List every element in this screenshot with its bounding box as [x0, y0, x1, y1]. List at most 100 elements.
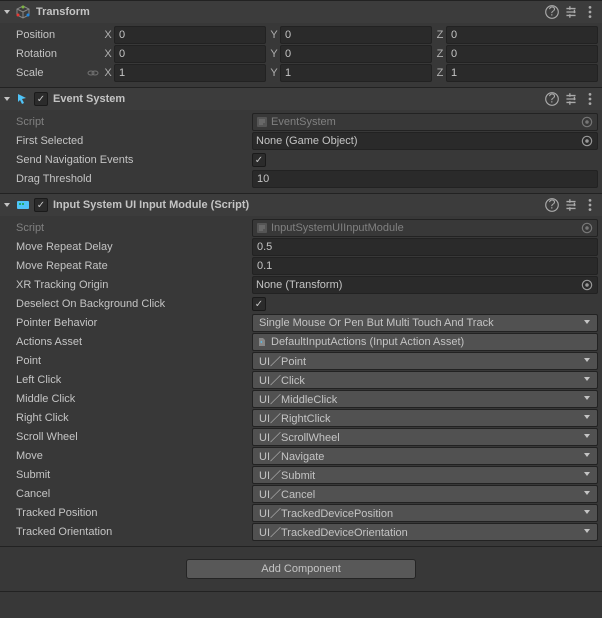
chevron-down-icon: [583, 469, 591, 481]
axis-y-label: Y: [268, 29, 280, 41]
foldout-icon[interactable]: [2, 94, 12, 104]
position-y-input[interactable]: [280, 26, 432, 44]
event-system-title: Event System: [51, 93, 541, 105]
presets-icon[interactable]: [563, 197, 579, 213]
move-repeat-delay-label: Move Repeat Delay: [4, 241, 252, 253]
send-nav-label: Send Navigation Events: [4, 154, 252, 166]
presets-icon[interactable]: [563, 91, 579, 107]
deselect-checkbox[interactable]: [252, 297, 266, 311]
tracked-ori-dropdown[interactable]: UI／TrackedDeviceOrientation: [252, 523, 598, 541]
submit-dropdown[interactable]: UI／Submit: [252, 466, 598, 484]
axis-x-label: X: [102, 48, 114, 60]
object-picker-icon[interactable]: [580, 134, 594, 148]
help-icon[interactable]: ?: [544, 4, 560, 20]
chevron-down-icon: [583, 450, 591, 462]
menu-icon[interactable]: [582, 197, 598, 213]
constrain-scale-icon[interactable]: [86, 66, 100, 80]
point-label: Point: [4, 355, 252, 367]
submit-label: Submit: [4, 469, 252, 481]
add-component-button[interactable]: Add Component: [186, 559, 416, 579]
scroll-wheel-dropdown[interactable]: UI／ScrollWheel: [252, 428, 598, 446]
axis-y-label: Y: [268, 48, 280, 60]
axis-y-label: Y: [268, 67, 280, 79]
event-system-component: Event System ? Script EventSystem First …: [0, 87, 602, 193]
chevron-down-icon: [583, 355, 591, 367]
actions-asset-label: Actions Asset: [4, 336, 252, 348]
object-picker-icon[interactable]: [580, 278, 594, 292]
chevron-down-icon: [583, 526, 591, 538]
foldout-icon[interactable]: [2, 7, 12, 17]
move-dropdown[interactable]: UI／Navigate: [252, 447, 598, 465]
axis-x-label: X: [102, 29, 114, 41]
rotation-label: Rotation: [4, 48, 102, 60]
scale-x-input[interactable]: [114, 64, 266, 82]
middle-click-dropdown[interactable]: UI／MiddleClick: [252, 390, 598, 408]
event-system-icon: [15, 91, 31, 107]
send-nav-checkbox[interactable]: [252, 153, 266, 167]
object-picker-icon[interactable]: [580, 115, 594, 129]
deselect-label: Deselect On Background Click: [4, 298, 252, 310]
axis-x-label: X: [102, 67, 114, 79]
tracked-ori-label: Tracked Orientation: [4, 526, 252, 538]
script-field: EventSystem: [252, 113, 598, 131]
foldout-icon[interactable]: [2, 200, 12, 210]
chevron-down-icon: [583, 488, 591, 500]
actions-asset-field[interactable]: DefaultInputActions (Input Action Asset): [252, 333, 598, 351]
scale-y-input[interactable]: [280, 64, 432, 82]
first-selected-label: First Selected: [4, 135, 252, 147]
xr-tracking-label: XR Tracking Origin: [4, 279, 252, 291]
transform-title: Transform: [34, 6, 541, 18]
input-module-icon: [15, 197, 31, 213]
tracked-pos-dropdown[interactable]: UI／TrackedDevicePosition: [252, 504, 598, 522]
help-icon[interactable]: ?: [544, 197, 560, 213]
pointer-behavior-label: Pointer Behavior: [4, 317, 252, 329]
right-click-dropdown[interactable]: UI／RightClick: [252, 409, 598, 427]
scale-z-input[interactable]: [446, 64, 598, 82]
help-icon[interactable]: ?: [544, 91, 560, 107]
script-field: InputSystemUIInputModule: [252, 219, 598, 237]
axis-z-label: Z: [434, 67, 446, 79]
svg-text:?: ?: [549, 4, 556, 18]
drag-threshold-input[interactable]: [252, 170, 598, 188]
event-system-header: Event System ?: [0, 88, 602, 110]
chevron-down-icon: [583, 374, 591, 386]
first-selected-field[interactable]: None (Game Object): [252, 132, 598, 150]
transform-icon: [15, 4, 31, 20]
point-dropdown[interactable]: UI／Point: [252, 352, 598, 370]
axis-z-label: Z: [434, 29, 446, 41]
middle-click-label: Middle Click: [4, 393, 252, 405]
move-repeat-rate-label: Move Repeat Rate: [4, 260, 252, 272]
asset-icon: [256, 336, 268, 348]
menu-icon[interactable]: [582, 91, 598, 107]
transform-header: Transform ?: [0, 1, 602, 23]
menu-icon[interactable]: [582, 4, 598, 20]
chevron-down-icon: [583, 507, 591, 519]
chevron-down-icon: [583, 431, 591, 443]
input-module-title: Input System UI Input Module (Script): [51, 199, 541, 211]
rotation-z-input[interactable]: [446, 45, 598, 63]
position-x-input[interactable]: [114, 26, 266, 44]
left-click-label: Left Click: [4, 374, 252, 386]
transform-component: Transform ? Position X Y Z Rotation X Y …: [0, 0, 602, 87]
move-repeat-rate-input[interactable]: [252, 257, 598, 275]
presets-icon[interactable]: [563, 4, 579, 20]
event-system-enable-checkbox[interactable]: [34, 92, 48, 106]
chevron-down-icon: [583, 393, 591, 405]
right-click-label: Right Click: [4, 412, 252, 424]
cancel-dropdown[interactable]: UI／Cancel: [252, 485, 598, 503]
move-repeat-delay-input[interactable]: [252, 238, 598, 256]
script-label: Script: [4, 116, 252, 128]
pointer-behavior-dropdown[interactable]: Single Mouse Or Pen But Multi Touch And …: [252, 314, 598, 332]
object-picker-icon[interactable]: [580, 221, 594, 235]
script-icon: [256, 116, 268, 128]
cancel-label: Cancel: [4, 488, 252, 500]
input-module-enable-checkbox[interactable]: [34, 198, 48, 212]
left-click-dropdown[interactable]: UI／Click: [252, 371, 598, 389]
position-z-input[interactable]: [446, 26, 598, 44]
move-label: Move: [4, 450, 252, 462]
rotation-x-input[interactable]: [114, 45, 266, 63]
rotation-y-input[interactable]: [280, 45, 432, 63]
axis-z-label: Z: [434, 48, 446, 60]
script-icon: [256, 222, 268, 234]
xr-tracking-field[interactable]: None (Transform): [252, 276, 598, 294]
